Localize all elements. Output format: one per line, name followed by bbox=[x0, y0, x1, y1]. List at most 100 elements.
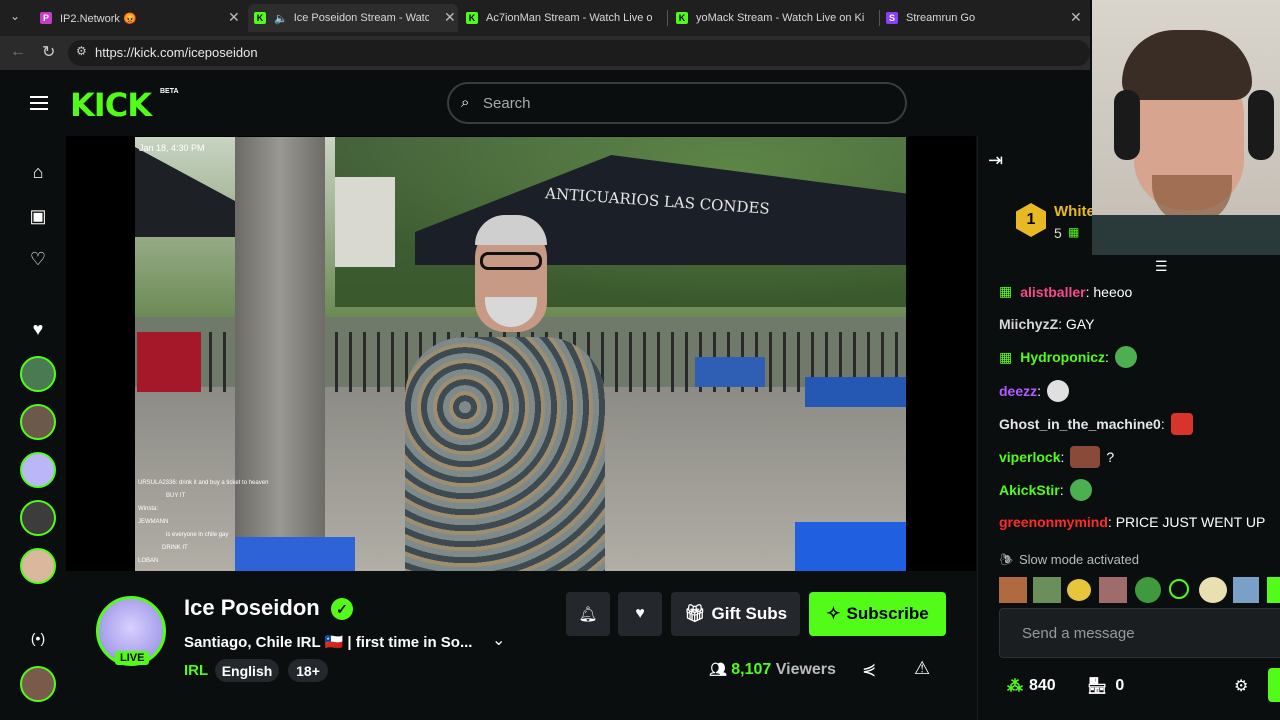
chat-message-input[interactable]: Send a message bbox=[999, 608, 1280, 658]
notification-bell-button[interactable]: 🔔︎ bbox=[566, 592, 610, 636]
reload-icon[interactable]: ↻ bbox=[42, 42, 55, 62]
kick-logo-text: KICK bbox=[70, 86, 152, 124]
back-icon[interactable]: ← bbox=[10, 43, 26, 61]
chat-username[interactable]: MiichyzZ bbox=[999, 316, 1058, 332]
chat-username[interactable]: deezz bbox=[999, 383, 1037, 399]
scene-building bbox=[335, 177, 395, 267]
pinned-toggle-icon[interactable]: ☰ bbox=[1155, 258, 1168, 275]
followed-channel-avatar[interactable] bbox=[20, 404, 56, 440]
chat-text: GAY bbox=[1065, 316, 1095, 332]
category-link[interactable]: IRL bbox=[184, 662, 208, 679]
home-icon[interactable]: ⌂ bbox=[33, 162, 44, 183]
recommended-channel-avatar[interactable] bbox=[20, 666, 56, 702]
close-tab-icon[interactable]: ✕ bbox=[1070, 9, 1082, 26]
browser-tab-yomack[interactable]: K yoMack Stream - Watch Live on Ki bbox=[670, 6, 875, 30]
chat-message: greenonmymind: PRICE JUST WENT UP bbox=[999, 514, 1266, 530]
emote-icon[interactable] bbox=[1169, 579, 1189, 599]
kick-logo[interactable]: KICK BETA bbox=[70, 86, 179, 124]
chat-username[interactable]: alistballer bbox=[1020, 284, 1085, 300]
expand-title-chevron-icon[interactable]: ⌄ bbox=[492, 630, 505, 650]
tab-list-dropdown-icon[interactable]: ⌄ bbox=[10, 9, 20, 23]
stream-video[interactable]: ANTICUARIOS LAS CONDES Jan 18, 4:30 PM U… bbox=[135, 137, 906, 571]
menu-icon[interactable] bbox=[30, 96, 48, 110]
report-icon[interactable]: ⚠ bbox=[914, 658, 930, 679]
chat-message: ▦ Hydroponicz: bbox=[999, 346, 1137, 368]
chat-settings-gear-icon[interactable]: ⚙ bbox=[1234, 676, 1248, 696]
emote-icon[interactable] bbox=[1199, 577, 1227, 603]
tab-title: Ice Poseidon Stream - Watch bbox=[293, 12, 429, 24]
pepe-emote-icon bbox=[1114, 346, 1137, 368]
chat-message: Ghost_in_the_machine0: bbox=[999, 413, 1193, 435]
chat-username[interactable]: Hydroponicz bbox=[1020, 349, 1105, 365]
followed-channel-avatar[interactable] bbox=[20, 356, 56, 392]
chat-message: AkickStir: bbox=[999, 479, 1092, 501]
streamrun-favicon-icon: S bbox=[886, 12, 898, 24]
chat-message: MiichyzZ: GAY bbox=[999, 316, 1095, 332]
followed-channel-avatar[interactable] bbox=[20, 500, 56, 536]
points-icon: ⁂ bbox=[1007, 678, 1023, 695]
emote-icon[interactable] bbox=[1267, 577, 1280, 603]
tab-title: yoMack Stream - Watch Live on Ki bbox=[696, 12, 865, 24]
emote-icon[interactable] bbox=[1233, 577, 1259, 603]
store-counter[interactable]: 🏪︎ 0 bbox=[1087, 676, 1124, 696]
tag-18plus[interactable]: 18+ bbox=[288, 659, 328, 682]
search-placeholder: Search bbox=[483, 95, 531, 112]
chat-username[interactable]: greenonmymind bbox=[999, 514, 1108, 530]
channel-points[interactable]: ⁂ 840 bbox=[1007, 676, 1056, 696]
close-tab-icon[interactable]: ✕ bbox=[444, 9, 456, 26]
tag-english[interactable]: English bbox=[215, 659, 279, 682]
gift-subs-label: Gift Subs bbox=[711, 604, 788, 623]
live-signal-icon[interactable]: (•) bbox=[31, 630, 45, 646]
ip2-favicon-icon: P bbox=[40, 12, 52, 24]
viewers-number: 8,107 bbox=[731, 661, 772, 678]
webcam-headset bbox=[1248, 90, 1274, 160]
browser-tab-ice-poseidon[interactable]: K 🔈 Ice Poseidon Stream - Watch ✕ bbox=[248, 4, 458, 32]
chat-username[interactable]: AkickStir bbox=[999, 482, 1060, 498]
kick-favicon-icon: K bbox=[254, 12, 266, 24]
chat-send-button[interactable] bbox=[1268, 668, 1280, 702]
face-emote-icon bbox=[1070, 446, 1101, 468]
subscribe-star-icon: ✧ bbox=[826, 604, 841, 623]
webcam-person-hair bbox=[1122, 30, 1252, 100]
chat-message: ▦ alistballer: heeoo bbox=[999, 283, 1133, 300]
follow-button[interactable]: ♥ bbox=[618, 592, 662, 636]
emote-icon[interactable] bbox=[999, 577, 1027, 603]
search-input[interactable]: ⌕ Search bbox=[447, 82, 907, 124]
chat-username[interactable]: viperlock bbox=[999, 449, 1060, 465]
overlay-chat-line: URSULA2336: drink it and buy a ticket to… bbox=[138, 480, 269, 486]
scene-blue-crate bbox=[805, 377, 906, 407]
viewers-label: Viewers bbox=[775, 661, 836, 678]
emote-icon[interactable] bbox=[1067, 579, 1091, 601]
video-timestamp: Jan 18, 4:30 PM bbox=[139, 143, 205, 153]
address-bar-url: https://kick.com/iceposeidon bbox=[95, 45, 258, 60]
overlay-chat-line: JEWMANN bbox=[138, 519, 169, 525]
gift-subs-button[interactable]: 🎁︎ Gift Subs bbox=[671, 592, 800, 636]
browser-tab-ac7ionman[interactable]: K Ac7ionMan Stream - Watch Live o bbox=[460, 6, 665, 30]
followed-channel-avatar[interactable] bbox=[20, 452, 56, 488]
chat-username[interactable]: Ghost_in_the_machine0 bbox=[999, 416, 1161, 432]
scene-blue-crate bbox=[795, 522, 906, 571]
followed-channel-avatar[interactable] bbox=[20, 548, 56, 584]
following-icon[interactable]: ♡ bbox=[30, 249, 46, 270]
channel-name[interactable]: Ice Poseidon bbox=[184, 595, 320, 621]
bell-icon: 🔔︎ bbox=[578, 606, 598, 623]
browser-tab-streamrun[interactable]: S Streamrun Go ✕ bbox=[880, 6, 1085, 30]
close-tab-icon[interactable]: ✕ bbox=[228, 9, 240, 26]
points-value: 840 bbox=[1029, 677, 1056, 694]
subscribe-button[interactable]: ✧ Subscribe bbox=[809, 592, 946, 636]
webcam-overlay bbox=[1092, 0, 1280, 255]
browse-icon[interactable]: ▣ bbox=[29, 206, 46, 227]
speaker-icon[interactable]: 🔈 bbox=[274, 12, 288, 25]
overlay-chat-line: LOBAN bbox=[138, 558, 159, 564]
pepe-emote-icon bbox=[1069, 479, 1092, 501]
share-icon[interactable]: ⋞ bbox=[862, 660, 876, 680]
emote-icon bbox=[1170, 413, 1193, 435]
sub-gift-badge-icon: ▦ bbox=[999, 283, 1013, 299]
site-info-icon[interactable]: ⚙ bbox=[76, 44, 87, 58]
emote-icon[interactable] bbox=[1135, 577, 1161, 603]
emote-icon[interactable] bbox=[1099, 577, 1127, 603]
browser-tab-ip2[interactable]: P IP2.Network 😡 ✕ bbox=[34, 6, 244, 30]
collapse-chat-icon[interactable]: ⇥ bbox=[988, 150, 1003, 171]
gift-icon: 🎁︎ bbox=[683, 604, 706, 623]
emote-icon[interactable] bbox=[1033, 577, 1061, 603]
